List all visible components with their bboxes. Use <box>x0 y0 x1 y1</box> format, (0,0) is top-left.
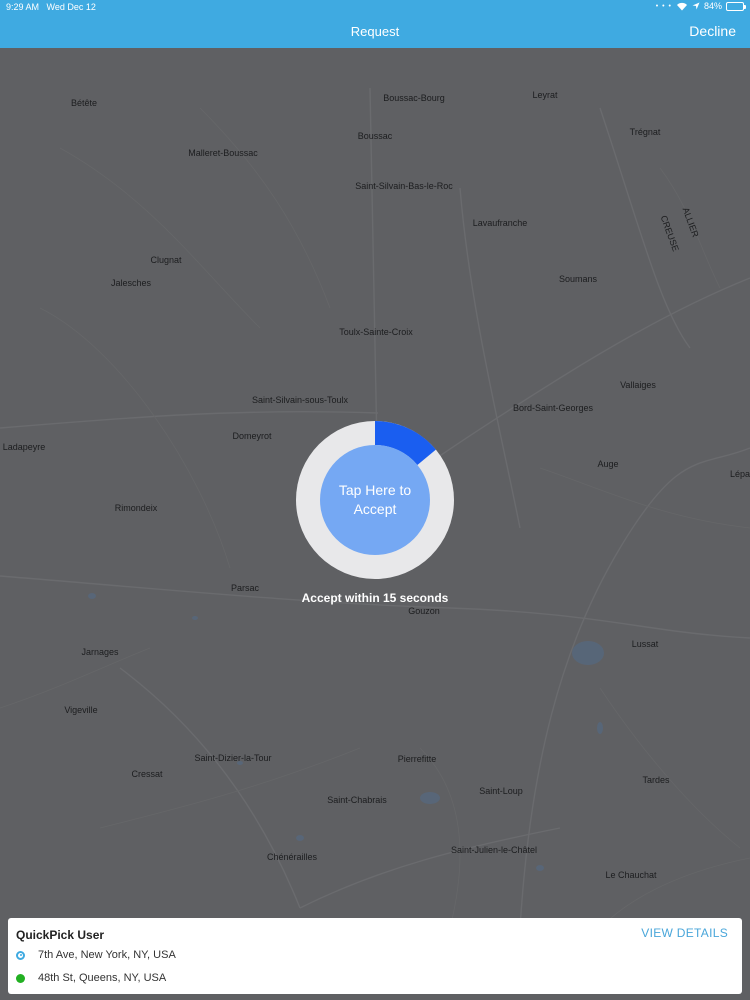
map-place-label: Vigeville <box>64 705 98 715</box>
map-place-label: Cressat <box>131 769 163 779</box>
dropoff-marker-icon <box>16 973 25 983</box>
pickup-address-row: 7th Ave, New York, NY, USA <box>16 949 176 961</box>
map-place-label: Rimondeix <box>114 503 158 513</box>
map-place-label: Boussac <box>357 131 393 141</box>
map-place-label: Toulx-Sainte-Croix <box>339 327 413 337</box>
map-place-label: Saint-Loup <box>479 786 523 796</box>
map-place-label: Saint-Dizier-la-Tour <box>194 753 272 763</box>
dots-icon: • • • <box>655 2 672 10</box>
map-place-label: Leyrat <box>532 90 558 100</box>
map-place-label: Trégnat <box>629 127 661 137</box>
battery-icon <box>726 1 746 11</box>
map-place-label: Saint-Chabrais <box>327 795 387 805</box>
map-place-label: Soumans <box>558 274 598 284</box>
map-place-label: Vallaiges <box>620 380 656 390</box>
map-place-label: Jalesches <box>110 278 152 288</box>
map-place-label: Saint-Silvain-Bas-le-Roc <box>355 181 453 191</box>
pickup-marker-icon <box>16 950 25 960</box>
map-place-label: Auge <box>597 459 619 469</box>
map-place-label: Bétête <box>70 98 98 108</box>
map-place-label: Lavaufranche <box>472 218 528 228</box>
accept-timer-hint: Accept within 15 seconds <box>301 591 449 605</box>
status-time: 9:29 AM <box>6 2 40 12</box>
map-place-label: Lussat <box>631 639 659 649</box>
battery-percent: 84% <box>703 1 722 11</box>
pickup-address: 7th Ave, New York, NY, USA <box>38 949 176 961</box>
map-place-label: Tardes <box>642 775 670 785</box>
top-bar: 9:29 AM Wed Dec 12 • • • 84% Request Dec… <box>0 0 750 48</box>
wifi-icon <box>676 2 687 10</box>
accept-button-label: Tap Here to Accept <box>338 482 412 517</box>
page-title: Request <box>350 24 400 39</box>
dropoff-address: 48th St, Queens, NY, USA <box>38 972 167 984</box>
status-date: Wed Dec 12 <box>46 2 96 12</box>
location-arrow-icon <box>692 2 700 10</box>
map-place-label: Ladapeyre <box>2 442 46 452</box>
map-place-label: Le Chauchat <box>605 870 657 880</box>
map-place-label: Jarnages <box>81 647 119 657</box>
requester-name: QuickPick User <box>16 928 105 942</box>
status-bar: 9:29 AM Wed Dec 12 • • • 84% <box>0 0 750 14</box>
decline-button[interactable]: Decline <box>689 23 736 39</box>
map-place-label: Boussac-Bourg <box>383 93 445 103</box>
dropoff-address-row: 48th St, Queens, NY, USA <box>16 972 166 984</box>
map-place-label: Clugnat <box>150 255 182 265</box>
request-details-card: QuickPick User VIEW DETAILS 7th Ave, New… <box>8 918 742 994</box>
map-place-label: Saint-Silvain-sous-Toulx <box>251 395 349 405</box>
map-place-label: Gouzon <box>408 606 440 616</box>
map-place-label: Domeyrot <box>232 431 272 441</box>
accept-button[interactable]: Tap Here to Accept <box>320 445 430 555</box>
view-details-button[interactable]: VIEW DETAILS <box>641 926 728 940</box>
map-place-label: Chénérailles <box>266 852 318 862</box>
map-place-label: Bord-Saint-Georges <box>512 403 594 413</box>
map-place-label: Malleret-Boussac <box>188 148 258 158</box>
map-place-label: Lépa <box>729 469 750 479</box>
map-place-label: Saint-Julien-le-Châtel <box>450 845 538 855</box>
map-place-label: Pierrefitte <box>397 754 437 764</box>
